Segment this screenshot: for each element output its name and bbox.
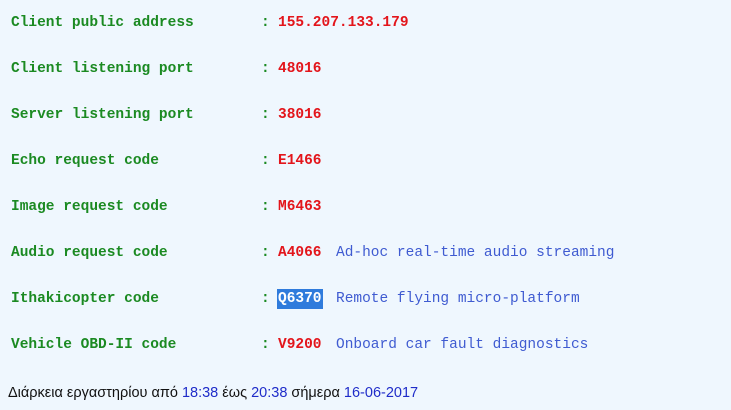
field-value: M6463	[278, 199, 322, 215]
field-label: Image request code	[11, 199, 168, 215]
field-separator: :	[261, 291, 270, 307]
field-separator: :	[261, 199, 270, 215]
field-value: V9200	[278, 337, 322, 353]
start-time: 18:38	[181, 385, 219, 401]
field-separator: :	[261, 153, 270, 169]
field-value: 48016	[278, 61, 322, 77]
field-value: A4066	[278, 245, 322, 261]
field-value: E1466	[278, 153, 322, 169]
field-separator: :	[261, 15, 270, 31]
footer-today: σήμερα	[291, 385, 340, 401]
field-label: Vehicle OBD-II code	[11, 337, 177, 353]
field-description: Remote flying micro-platform	[336, 291, 580, 307]
field-separator: :	[261, 337, 270, 353]
field-description: Ad-hoc real-time audio streaming	[336, 245, 615, 261]
field-label: Client listening port	[11, 61, 194, 77]
field-label: Ithakicopter code	[11, 291, 159, 307]
field-separator: :	[261, 61, 270, 77]
end-time: 20:38	[251, 385, 288, 401]
field-label: Audio request code	[11, 245, 168, 261]
lab-session-info: Διάρκεια εργαστηρίου από 18:38 έως 20:38…	[8, 383, 418, 403]
field-value: 155.207.133.179	[278, 15, 409, 31]
field-separator: :	[261, 107, 270, 123]
field-label: Client public address	[11, 15, 194, 31]
field-description: Onboard car fault diagnostics	[336, 337, 589, 353]
field-label: Echo request code	[11, 153, 159, 169]
field-value: 38016	[278, 107, 322, 123]
field-label: Server listening port	[11, 107, 194, 123]
footer-until: έως	[222, 385, 248, 401]
session-date: 16-06-2017	[343, 385, 419, 401]
footer-prefix: Διάρκεια εργαστηρίου από	[8, 385, 178, 401]
field-value-selected[interactable]: Q6370	[277, 289, 323, 309]
field-separator: :	[261, 245, 270, 261]
